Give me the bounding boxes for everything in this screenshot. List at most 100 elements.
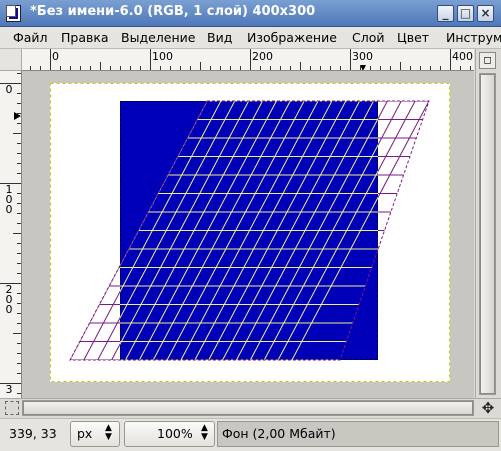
ruler-tick — [340, 66, 341, 70]
ruler-tick — [17, 193, 21, 194]
ruler-label: 300 — [352, 50, 373, 63]
ruler-tick — [17, 203, 21, 204]
horizontal-ruler[interactable]: 0 100 200 300 400 — [22, 49, 474, 71]
navigate-cross-icon[interactable]: ✥ — [480, 400, 496, 416]
ruler-tick — [420, 66, 421, 70]
ruler-label: 400 — [452, 50, 473, 63]
ruler-tick — [310, 66, 311, 70]
maximize-button[interactable]: □ — [457, 5, 474, 22]
ruler-tick — [150, 49, 151, 70]
ruler-tick — [140, 66, 141, 70]
ruler-tick — [17, 223, 21, 224]
status-info-text: Фон (2,00 Мбайт) — [222, 426, 336, 441]
ruler-tick — [200, 62, 201, 70]
ruler-tick — [17, 123, 21, 124]
canvas-drawing[interactable] — [22, 71, 474, 398]
ruler-tick — [380, 66, 381, 70]
ruler-tick — [17, 73, 21, 74]
ruler-tick — [60, 66, 61, 70]
ruler-tick — [100, 62, 101, 70]
ruler-tick — [17, 213, 21, 214]
ruler-tick — [90, 66, 91, 70]
ruler-tick — [390, 66, 391, 70]
ruler-tick — [70, 66, 71, 70]
ruler-tick — [400, 62, 401, 70]
ruler-tick — [290, 66, 291, 70]
image-canvas[interactable] — [22, 71, 474, 398]
ruler-tick — [17, 393, 21, 394]
ruler-corner-menu[interactable] — [0, 49, 22, 71]
ruler-tick — [220, 66, 221, 70]
ruler-tick — [370, 66, 371, 70]
ruler-tick — [270, 66, 271, 70]
ruler-tick — [13, 133, 21, 134]
ruler-tick — [17, 263, 21, 264]
ruler-tick — [430, 66, 431, 70]
zoom-select-value: 100% — [157, 426, 193, 441]
ruler-tick — [240, 66, 241, 70]
ruler-tick — [260, 66, 261, 70]
ruler-tick — [13, 233, 21, 234]
window-title: *Без имени-6.0 (RGB, 1 слой) 400x300 — [30, 4, 316, 19]
ruler-tick — [50, 49, 51, 70]
ruler-tick — [110, 66, 111, 70]
ruler-tick — [280, 66, 281, 70]
ruler-tick — [250, 49, 251, 70]
ruler-label: 100 — [152, 50, 173, 63]
ruler-tick — [17, 143, 21, 144]
ruler-tick — [17, 373, 21, 374]
menu-colors[interactable]: Цвет — [397, 30, 429, 45]
zoom-to-fit-toggle[interactable]: ◻ — [479, 52, 496, 69]
menu-tools[interactable]: Инструм — [446, 30, 501, 45]
ruler-label: 200 — [5, 283, 13, 316]
ruler-tick — [17, 343, 21, 344]
chevron-updown-icon: ▲ ▼ — [105, 423, 112, 442]
ruler-menu-arrow-icon[interactable] — [6, 5, 16, 17]
ruler-tick — [17, 323, 21, 324]
menu-image[interactable]: Изображение — [247, 30, 337, 45]
ruler-tick — [460, 66, 461, 70]
ruler-tick — [410, 66, 411, 70]
ruler-tick — [17, 163, 21, 164]
ruler-tick — [160, 66, 161, 70]
ruler-tick — [170, 66, 171, 70]
unit-select-value: px — [77, 426, 93, 441]
ruler-tick — [17, 303, 21, 304]
ruler-tick — [470, 66, 471, 70]
ruler-tick — [180, 66, 181, 70]
menu-select[interactable]: Выделение — [121, 30, 195, 45]
ruler-tick — [30, 66, 31, 70]
ruler-tick — [210, 66, 211, 70]
ruler-tick — [120, 66, 121, 70]
quick-mask-icon[interactable] — [5, 401, 19, 415]
ruler-tick — [17, 173, 21, 174]
ruler-tick — [17, 153, 21, 154]
ruler-label: 200 — [252, 50, 273, 63]
ruler-tick — [17, 113, 21, 114]
menu-layer[interactable]: Слой — [352, 30, 385, 45]
ruler-label: 0 — [52, 50, 59, 63]
ruler-tick — [350, 49, 351, 70]
pointer-coordinates: 339, 33 — [9, 426, 57, 441]
ruler-tick — [320, 66, 321, 70]
minimize-button[interactable]: _ — [437, 5, 454, 22]
ruler-tick — [190, 66, 191, 70]
menu-edit[interactable]: Правка — [61, 30, 109, 45]
ruler-tick — [80, 66, 81, 70]
chevron-updown-icon: ▲ ▼ — [201, 423, 208, 442]
ruler-tick — [40, 66, 41, 70]
ruler-tick — [17, 243, 21, 244]
horizontal-scrollbar-thumb[interactable] — [23, 401, 473, 415]
menu-file[interactable]: Файл — [13, 30, 48, 45]
ruler-tick — [13, 333, 21, 334]
ruler-tick — [440, 66, 441, 70]
ruler-tick — [17, 273, 21, 274]
vertical-scrollbar-thumb[interactable] — [480, 74, 495, 394]
ruler-label: 3 — [5, 383, 13, 396]
ruler-tick — [130, 66, 131, 70]
menu-view[interactable]: Вид — [207, 30, 232, 45]
vertical-ruler[interactable]: 0 100 200 3 — [0, 71, 22, 398]
ruler-tick — [17, 293, 21, 294]
ruler-tick — [230, 66, 231, 70]
close-button[interactable]: × — [477, 5, 494, 22]
